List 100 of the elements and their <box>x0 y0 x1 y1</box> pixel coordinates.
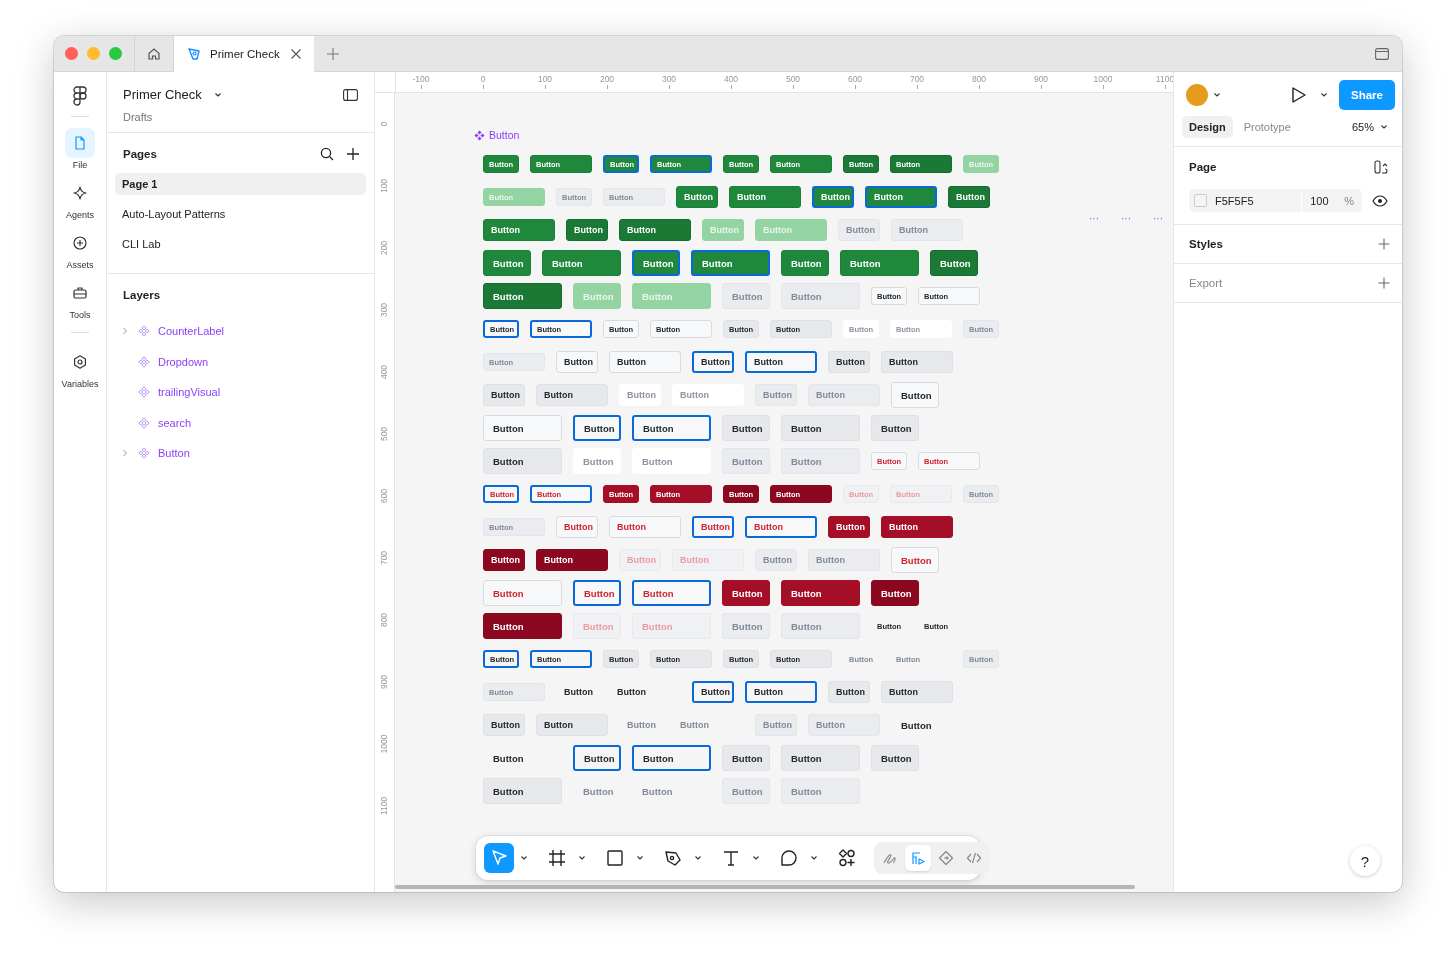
caret-icon[interactable] <box>694 855 702 861</box>
caret-icon[interactable] <box>752 855 760 861</box>
button-component: Button <box>483 613 562 639</box>
layer-name[interactable]: CounterLabel <box>158 325 225 337</box>
add-icon[interactable] <box>1378 238 1390 250</box>
button-component: Button <box>632 250 680 276</box>
section-title: Page <box>1189 161 1217 173</box>
play-icon[interactable] <box>1291 86 1308 104</box>
eye-icon[interactable] <box>1372 194 1388 207</box>
layer-name[interactable]: search <box>158 416 192 429</box>
button-component: Button <box>781 778 860 804</box>
file-tab[interactable]: Primer Check <box>174 36 314 72</box>
color-field[interactable]: F5F5F5 100 % <box>1189 189 1362 212</box>
component-icon <box>138 416 150 429</box>
ruler-label: 1100 <box>1155 74 1173 84</box>
rail-item[interactable]: Variables <box>61 347 99 389</box>
button-component: Button <box>812 186 854 208</box>
button-component: Button <box>781 745 860 771</box>
layer-name[interactable]: Dropdown <box>158 355 209 368</box>
rail-item[interactable]: Assets <box>65 228 95 270</box>
button-component: Button <box>582 784 615 799</box>
button-component: Button <box>881 351 953 373</box>
button-component: Button <box>692 516 734 538</box>
layer-name[interactable]: Button <box>158 447 190 459</box>
ruler-label: 500 <box>785 74 801 84</box>
button-component: Button <box>891 547 939 573</box>
add-icon[interactable] <box>1378 277 1390 289</box>
button-component: Button <box>808 714 880 736</box>
button-component: Button <box>483 778 562 804</box>
button-component: Button <box>563 686 594 699</box>
shapes-icon <box>837 848 857 868</box>
ruler-label: 800 <box>379 612 390 628</box>
page-item[interactable]: Auto-Layout Patterns <box>115 203 366 225</box>
button-component: Button <box>722 580 770 606</box>
button-component: Button <box>755 219 827 241</box>
panel-tab[interactable]: Design <box>1182 116 1233 138</box>
ruler-label: 700 <box>379 550 390 566</box>
caret-icon[interactable] <box>520 855 528 861</box>
button-component: Button <box>692 351 734 373</box>
button-component: Button <box>828 681 870 703</box>
button-component: Button <box>745 516 817 538</box>
swap-icon[interactable] <box>1374 160 1388 174</box>
ruler-label: 600 <box>847 74 863 84</box>
button-component: Button <box>632 580 711 606</box>
logo-icon[interactable] <box>73 86 87 106</box>
rail-item[interactable]: File <box>65 128 95 170</box>
ruler-label: 1000 <box>1093 74 1113 84</box>
help-button[interactable]: ? <box>1350 846 1380 876</box>
button-component: Button <box>840 250 919 276</box>
caret-icon[interactable] <box>1213 92 1221 98</box>
button-component: Button <box>483 448 562 474</box>
rail-label: Agents <box>66 210 94 220</box>
caret-icon[interactable] <box>1380 124 1388 130</box>
window-panel-icon[interactable] <box>1375 47 1389 60</box>
component-icon <box>138 447 150 459</box>
rail-item[interactable]: Agents <box>65 178 95 220</box>
button-component: Button <box>729 186 801 208</box>
button-component: Button <box>930 250 978 276</box>
close-icon[interactable] <box>290 47 302 60</box>
search-icon[interactable] <box>320 147 334 161</box>
button-component: Button <box>891 382 939 408</box>
ruler-label: 1100 <box>379 796 390 816</box>
home-icon <box>147 46 161 61</box>
panel-tab[interactable]: Prototype <box>1236 116 1298 138</box>
caret-icon[interactable] <box>1320 92 1329 98</box>
scrollbar[interactable] <box>395 885 1135 889</box>
ellipsis-marker: ··· <box>1089 213 1099 224</box>
caret-icon[interactable] <box>636 855 644 861</box>
button-component: Button <box>781 415 860 441</box>
button-component: Button <box>755 549 797 571</box>
caret-icon[interactable] <box>213 91 222 98</box>
button-component: Button <box>691 250 770 276</box>
button-component: Button <box>722 415 770 441</box>
layer-name[interactable]: trailingVisual <box>158 386 221 398</box>
page-item[interactable]: Page 1 <box>115 173 366 195</box>
caret-icon[interactable] <box>810 855 818 861</box>
ruler-label: 0 <box>480 74 486 84</box>
button-component: Button <box>891 219 963 241</box>
ruler-label: 400 <box>723 74 739 84</box>
caret-icon[interactable] <box>578 855 586 861</box>
button-component: Button <box>483 250 531 276</box>
frame-title[interactable]: Button <box>489 129 520 141</box>
file-name[interactable]: Primer Check <box>123 87 202 102</box>
component-icon <box>138 386 150 398</box>
ruler-label: 300 <box>661 74 677 84</box>
button-component: Button <box>483 384 525 406</box>
button-component: Button <box>871 580 919 606</box>
rail-item[interactable]: Tools <box>65 278 95 339</box>
speech-bubble-icon <box>779 848 799 868</box>
page-item[interactable]: CLI Lab <box>115 233 366 255</box>
button-component: Button <box>881 681 953 703</box>
ruler-label: 100 <box>379 178 390 194</box>
button-component: Button <box>619 384 661 406</box>
button-component: Button <box>483 549 525 571</box>
zoom-level[interactable]: 65% <box>1351 121 1374 133</box>
sidebar-toggle-icon[interactable] <box>343 88 358 101</box>
ruler-label: 500 <box>379 426 390 442</box>
ruler-label: 200 <box>379 240 390 256</box>
unit-label: % <box>1344 194 1354 207</box>
add-icon[interactable] <box>346 147 360 161</box>
